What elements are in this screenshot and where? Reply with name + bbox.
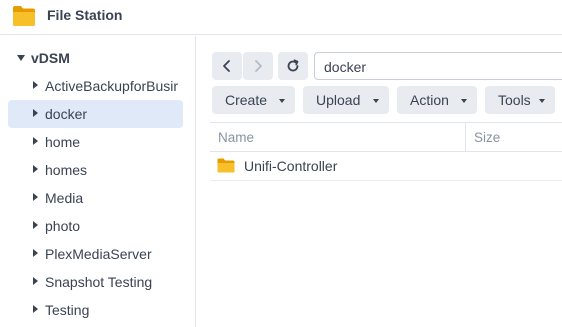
caret-right-icon[interactable] [33, 109, 38, 117]
sidebar-item-plexmediaserver[interactable]: PlexMediaServer [8, 240, 183, 268]
column-header-name[interactable]: Name [218, 130, 254, 145]
sidebar-item-home[interactable]: home [8, 128, 183, 156]
sidebar-item-label: docker [45, 106, 88, 122]
caret-right-icon[interactable] [33, 305, 38, 313]
upload-button-label: Upload [316, 92, 361, 108]
sidebar-item-docker[interactable]: docker [8, 100, 183, 128]
sidebar: vDSM ActiveBackupforBusir docker home ho… [0, 36, 196, 327]
sidebar-item-snapshot-testing[interactable]: Snapshot Testing [8, 268, 183, 296]
sidebar-item-label: PlexMediaServer [45, 246, 152, 262]
tree-root-label: vDSM [31, 50, 70, 66]
refresh-icon [287, 59, 299, 72]
column-divider[interactable] [465, 123, 466, 152]
sidebar-item-label: photo [45, 218, 81, 234]
refresh-button[interactable] [278, 52, 308, 80]
caret-right-icon[interactable] [33, 277, 38, 285]
sidebar-item-label: homes [45, 162, 88, 178]
upload-button[interactable]: Upload [303, 86, 389, 114]
dropdown-caret-icon [373, 99, 379, 103]
dropdown-caret-icon [461, 99, 467, 103]
sidebar-item-label: Testing [45, 302, 90, 318]
caret-right-icon[interactable] [33, 249, 38, 257]
title-bar: File Station [0, 0, 562, 35]
chevron-left-icon [223, 60, 230, 72]
caret-right-icon[interactable] [33, 165, 38, 173]
sidebar-item-label: Media [45, 190, 84, 206]
folder-icon [12, 5, 36, 27]
caret-right-icon[interactable] [33, 137, 38, 145]
tree-root-vdsm[interactable]: vDSM [0, 44, 195, 72]
sidebar-item-testing[interactable]: Testing [8, 296, 183, 324]
path-text[interactable]: docker [324, 59, 366, 75]
column-header-size[interactable]: Size [474, 130, 500, 145]
forward-button[interactable] [243, 52, 273, 80]
dropdown-caret-icon [279, 99, 285, 103]
sidebar-item-media[interactable]: Media [8, 184, 183, 212]
tools-button-label: Tools [498, 92, 531, 108]
caret-right-icon[interactable] [33, 193, 38, 201]
sidebar-item-homes[interactable]: homes [8, 156, 183, 184]
file-list-header: Name Size [210, 122, 562, 152]
back-button[interactable] [212, 52, 242, 80]
sidebar-item-label: ActiveBackupforBusir [45, 78, 179, 94]
sidebar-item-photo[interactable]: photo [8, 212, 183, 240]
action-button-label: Action [410, 92, 449, 108]
table-row[interactable]: Unifi-Controller [210, 152, 562, 181]
caret-right-icon[interactable] [33, 81, 38, 89]
caret-down-icon[interactable] [17, 55, 25, 61]
tools-button[interactable]: Tools [485, 86, 555, 114]
create-button-label: Create [225, 92, 268, 108]
sidebar-item-label: Snapshot Testing [45, 274, 153, 290]
file-name: Unifi-Controller [244, 158, 338, 174]
create-button[interactable]: Create [212, 86, 295, 114]
action-button[interactable]: Action [397, 86, 477, 114]
dropdown-caret-icon [539, 99, 545, 103]
sidebar-item-activebackupforbusiness[interactable]: ActiveBackupforBusir [8, 72, 183, 100]
caret-right-icon[interactable] [33, 221, 38, 229]
path-field[interactable]: docker [314, 52, 562, 80]
app-title: File Station [47, 7, 123, 23]
sidebar-item-label: home [45, 134, 81, 150]
folder-icon [217, 158, 235, 173]
chevron-right-icon [255, 60, 262, 72]
